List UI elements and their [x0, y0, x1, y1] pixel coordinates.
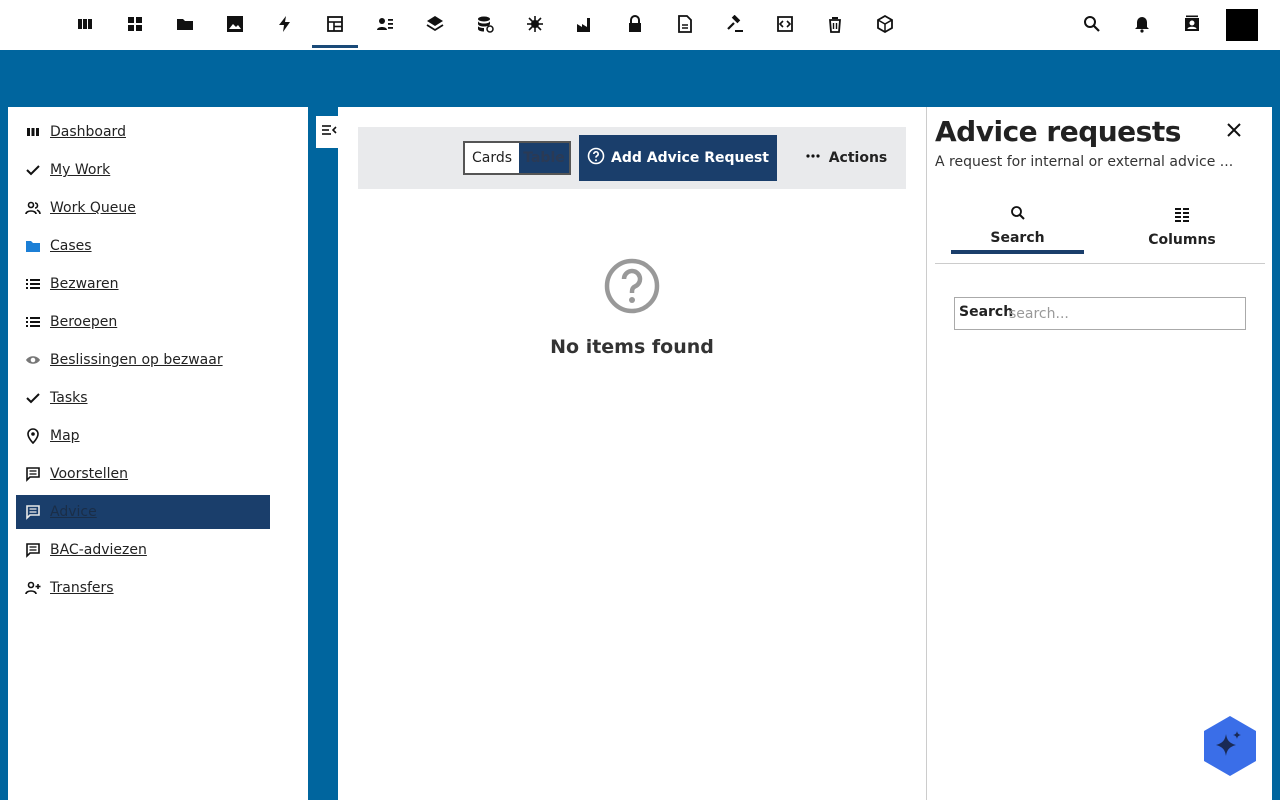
box-icon[interactable] [862, 0, 908, 48]
check-icon [16, 162, 50, 178]
toolbar: Cards Table Add Advice Request Actions [358, 127, 906, 189]
sidebar-item-label: Voorstellen [50, 466, 129, 482]
question-circle-icon [603, 257, 661, 315]
layers-icon[interactable] [412, 0, 458, 48]
sidebar-item-cases[interactable]: Cases [16, 229, 270, 263]
columns-icon [1173, 206, 1191, 228]
panel-description: A request for internal or external advic… [935, 154, 1234, 170]
avatar[interactable] [1226, 9, 1258, 41]
list-icon [16, 314, 50, 330]
virus-icon[interactable] [512, 0, 558, 48]
search-icon [1009, 204, 1027, 226]
sidebar-item-label: Beroepen [50, 314, 118, 330]
gavel-icon[interactable] [712, 0, 758, 48]
sidebar-item-label: BAC-adviezen [50, 542, 147, 558]
tab-columns[interactable]: Columns [1117, 200, 1247, 254]
people-icon [16, 200, 50, 216]
factory-icon[interactable] [562, 0, 608, 48]
check-icon [16, 390, 50, 406]
comment-icon [16, 504, 50, 520]
sidebar-item-beslissingen-op-bezwaar[interactable]: Beslissingen op bezwaar [16, 343, 270, 377]
comment-icon [16, 542, 50, 558]
main-content: Cards Table Add Advice Request Actions N… [338, 107, 926, 800]
sidebar-item-bac-adviezen[interactable]: BAC-adviezen [16, 533, 270, 567]
search-field: Search [954, 297, 1246, 330]
grid-icon[interactable] [112, 0, 158, 48]
advice-requests-panel: Advice requests A request for internal o… [926, 107, 1272, 800]
sidebar-item-my-work[interactable]: My Work [16, 153, 270, 187]
sidebar-item-label: Tasks [50, 390, 88, 406]
board-icon [16, 124, 50, 140]
menu-collapse-icon [321, 122, 337, 142]
close-icon [1226, 122, 1242, 142]
database-icon[interactable] [462, 0, 508, 48]
sidebar-item-label: Dashboard [50, 124, 126, 140]
pin-icon [16, 428, 50, 444]
image-icon[interactable] [212, 0, 258, 48]
more-horizontal-icon [805, 148, 821, 168]
view-cards-button[interactable]: Cards [465, 143, 519, 173]
person-list-icon[interactable] [362, 0, 408, 48]
person-add-icon [16, 580, 50, 596]
sidebar-item-map[interactable]: Map [16, 419, 270, 453]
sidebar-item-bezwaren[interactable]: Bezwaren [16, 267, 270, 301]
tab-divider [935, 263, 1265, 264]
board-icon[interactable] [62, 0, 108, 48]
sidebar-item-tasks[interactable]: Tasks [16, 381, 270, 415]
close-panel-button[interactable] [1223, 121, 1245, 143]
search-label: Search [959, 304, 1014, 320]
sidebar-item-label: Advice [50, 504, 97, 520]
sidebar-item-label: Beslissingen op bezwaar [50, 352, 223, 368]
folder-icon [16, 238, 50, 254]
panel-title: Advice requests [935, 115, 1181, 148]
sidebar-item-work-queue[interactable]: Work Queue [16, 191, 270, 225]
sidebar: Dashboard My Work Work Queue Cases Bezwa… [8, 107, 308, 800]
tab-search[interactable]: Search [951, 200, 1084, 254]
eye-icon [16, 352, 50, 368]
tab-search-label: Search [990, 230, 1045, 246]
actions-label: Actions [828, 150, 888, 166]
trash-icon[interactable] [812, 0, 858, 48]
sidebar-item-voorstellen[interactable]: Voorstellen [16, 457, 270, 491]
top-navigation-bar [0, 0, 1280, 50]
sidebar-item-transfers[interactable]: Transfers [16, 571, 270, 605]
actions-button[interactable]: Actions [798, 135, 894, 181]
folder-icon[interactable] [162, 0, 208, 48]
view-table-button[interactable]: Table [519, 143, 569, 173]
table-icon[interactable] [312, 0, 358, 48]
tab-columns-label: Columns [1148, 232, 1216, 248]
contact-icon[interactable] [1169, 0, 1215, 48]
sidebar-item-beroepen[interactable]: Beroepen [16, 305, 270, 339]
bell-icon[interactable] [1119, 0, 1165, 48]
code-icon[interactable] [762, 0, 808, 48]
lock-icon[interactable] [612, 0, 658, 48]
add-advice-request-label: Add Advice Request [611, 150, 769, 166]
sidebar-item-label: Cases [50, 238, 92, 254]
search-icon[interactable] [1069, 0, 1115, 48]
search-input[interactable] [1009, 298, 1239, 329]
view-toggle: Cards Table [463, 141, 571, 175]
list-icon [16, 276, 50, 292]
sidebar-item-label: Bezwaren [50, 276, 119, 292]
sidebar-item-label: Transfers [50, 580, 114, 596]
empty-state-message: No items found [550, 336, 714, 358]
help-circle-icon [587, 147, 605, 169]
comment-icon [16, 466, 50, 482]
ai-assistant-button[interactable] [1204, 716, 1256, 776]
bolt-icon[interactable] [262, 0, 308, 48]
sidebar-item-advice[interactable]: Advice [16, 495, 270, 529]
sidebar-item-dashboard[interactable]: Dashboard [16, 115, 270, 149]
sidebar-item-label: Map [50, 428, 80, 444]
document-icon[interactable] [662, 0, 708, 48]
sidebar-item-label: Work Queue [50, 200, 136, 216]
add-advice-request-button[interactable]: Add Advice Request [579, 135, 777, 181]
sidebar-item-label: My Work [50, 162, 111, 178]
